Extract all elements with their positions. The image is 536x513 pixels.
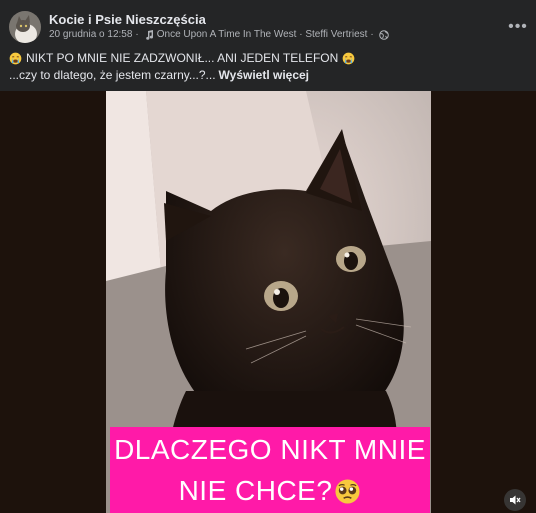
more-options-icon: ••• bbox=[508, 18, 528, 35]
post-header: Kocie i Psie Nieszczęścia 20 grudnia o 1… bbox=[0, 0, 536, 48]
mute-toggle-button[interactable] bbox=[504, 489, 526, 511]
text-overlay-banner: DLACZEGO NIKT MNIE NIE CHCE? bbox=[110, 427, 430, 513]
post-meta: 20 grudnia o 12:58 · Once Upon A Time In… bbox=[49, 29, 389, 40]
overlay-line-1: DLACZEGO NIKT MNIE bbox=[114, 434, 426, 465]
pleading-face-icon bbox=[335, 478, 360, 504]
overlay-line-2: NIE CHCE? bbox=[178, 475, 333, 506]
caption-text-2: ...czy to dlatego, że jestem czarny...?.… bbox=[9, 68, 216, 82]
post-caption: NIKT PO MNIE NIE ZADZWONIŁ... ANI JEDEN … bbox=[9, 50, 529, 84]
meta-separator: · bbox=[135, 29, 139, 40]
caption-text-1: NIKT PO MNIE NIE ZADZWONIŁ... ANI JEDEN … bbox=[26, 51, 339, 65]
page-avatar[interactable] bbox=[9, 11, 41, 43]
music-track[interactable]: Once Upon A Time In The West · Steffi Ve… bbox=[157, 29, 368, 40]
more-options-button[interactable]: ••• bbox=[506, 15, 530, 39]
meta-separator-2: · bbox=[370, 29, 374, 40]
avatar-image bbox=[9, 11, 41, 43]
page-name-link[interactable]: Kocie i Psie Nieszczęścia bbox=[49, 12, 206, 27]
see-more-link[interactable]: Wyświetl więcej bbox=[219, 67, 310, 84]
post-timestamp[interactable]: 20 grudnia o 12:58 bbox=[49, 29, 132, 40]
facebook-post: Kocie i Psie Nieszczęścia 20 grudnia o 1… bbox=[0, 0, 536, 513]
speaker-muted-icon bbox=[510, 495, 521, 505]
overlay-line-2-row: NIE CHCE? bbox=[110, 477, 430, 505]
caption-line-1: NIKT PO MNIE NIE ZADZWONIŁ... ANI JEDEN … bbox=[9, 50, 529, 67]
crying-face-icon-2 bbox=[342, 52, 355, 65]
crying-face-icon bbox=[9, 52, 22, 65]
post-media[interactable]: DLACZEGO NIKT MNIE NIE CHCE? bbox=[0, 91, 536, 513]
globe-icon[interactable] bbox=[378, 29, 389, 40]
music-note-icon bbox=[145, 29, 153, 40]
caption-line-2: ...czy to dlatego, że jestem czarny...?.… bbox=[9, 67, 529, 84]
